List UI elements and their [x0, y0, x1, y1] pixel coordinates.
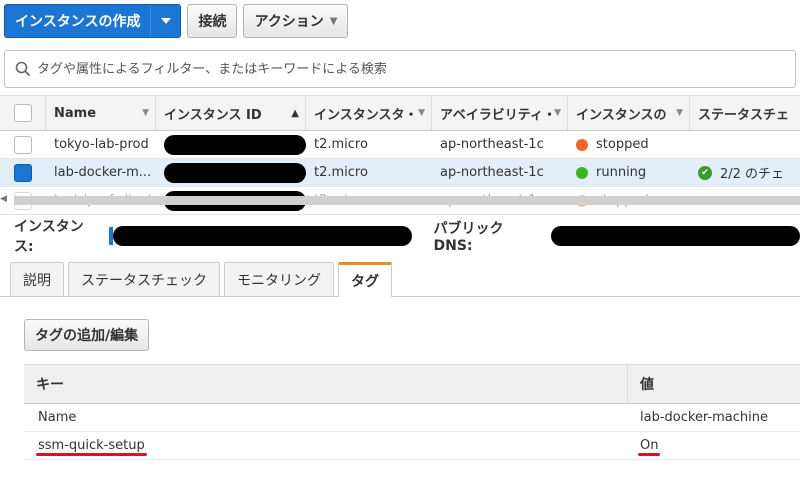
search-icon	[15, 61, 31, 77]
tab-status-checks[interactable]: ステータスチェック	[68, 262, 220, 296]
sort-ascending-icon: ▲	[291, 107, 299, 119]
connect-label: 接続	[198, 14, 227, 30]
header-name-label: Name	[54, 105, 97, 121]
row-checkbox[interactable]	[14, 163, 32, 182]
status-check: ✔ 2/2 のチェ	[690, 159, 800, 186]
redaction-bar	[164, 162, 306, 183]
tab-tags[interactable]: タグ	[338, 262, 392, 297]
launch-dropdown-caret[interactable]	[150, 5, 180, 37]
horizontal-scrollbar[interactable]: ◀	[0, 193, 800, 207]
header-status-check[interactable]: ステータスチェ	[690, 96, 800, 130]
check-circle-icon: ✔	[698, 165, 712, 180]
tab-monitoring[interactable]: モニタリング	[224, 262, 334, 296]
public-dns-label: パブリック DNS:	[433, 221, 504, 254]
actions-label: アクション	[254, 14, 324, 30]
header-instance-state[interactable]: インスタンスの ▼	[568, 96, 690, 130]
status-check	[690, 131, 800, 158]
caret-down-icon	[160, 18, 171, 24]
instance-state: running	[568, 159, 690, 186]
status-check-label: 2/2 のチェ	[720, 167, 785, 182]
instance-label: インスタンス:	[14, 219, 84, 255]
toolbar: インスタンスの作成 接続 アクション ▼	[4, 4, 349, 38]
header-instance-id[interactable]: インスタンス ID ▲	[156, 96, 306, 130]
launch-instance-label: インスタンスの作成	[15, 14, 141, 30]
state-label: running	[596, 165, 647, 180]
scroll-left-icon[interactable]: ◀	[0, 194, 7, 204]
search-input[interactable]	[37, 61, 757, 77]
detail-tabs: 説明 ステータスチェック モニタリング タグ	[10, 262, 392, 297]
instance-name: tokyo-lab-prod	[54, 137, 149, 152]
launch-instance-button[interactable]: インスタンスの作成	[4, 4, 182, 38]
filter-search-bar	[4, 50, 796, 88]
header-status-label: ステータスチェ	[698, 107, 790, 123]
tag-row: ssm-quick-setup On	[24, 432, 800, 460]
sort-icon: ▼	[676, 108, 683, 118]
select-all-checkbox[interactable]	[14, 104, 32, 122]
add-edit-tags-button[interactable]: タグの追加/編集	[24, 319, 150, 351]
header-state-label: インスタンスの	[576, 107, 667, 123]
tags-table-header: キー 値	[24, 364, 800, 404]
tag-value: On	[637, 438, 662, 456]
table-header: Name ▼ インスタンス ID ▲ インスタンスタ・ ▼ アベイラビリティ・ …	[0, 95, 800, 131]
row-select-cell	[0, 159, 46, 186]
table-row[interactable]: lab-docker-m... t2.micro ap-northeast-1c…	[0, 159, 800, 187]
sort-icon: ▼	[554, 108, 561, 118]
tags-table: キー 値 Name lab-docker-machine ssm-quick-s…	[24, 364, 800, 460]
tag-row: Name lab-docker-machine	[24, 404, 800, 432]
instance-id-redacted	[156, 159, 306, 186]
actions-button[interactable]: アクション ▼	[243, 4, 349, 38]
sort-icon: ▼	[418, 108, 425, 118]
header-instance-type-label: インスタンスタ・	[314, 107, 418, 123]
tag-key-cell: ssm-quick-setup	[24, 432, 628, 459]
instance-state: stopped	[568, 131, 690, 158]
tabs-divider	[0, 296, 800, 297]
tag-key: ssm-quick-setup	[36, 438, 147, 456]
tag-key: Name	[38, 410, 77, 425]
row-select-cell	[0, 131, 46, 158]
scrollbar-thumb[interactable]	[14, 196, 800, 205]
availability-zone: ap-northeast-1c	[440, 165, 544, 180]
connect-button[interactable]: 接続	[187, 4, 238, 38]
row-checkbox[interactable]	[14, 135, 32, 154]
header-value: 値	[640, 377, 654, 393]
instance-type: t2.micro	[314, 137, 368, 152]
state-label: stopped	[596, 137, 649, 152]
instance-id-redaction	[112, 226, 412, 246]
add-edit-tags-label: タグの追加/編集	[35, 328, 139, 344]
instance-id-redacted	[156, 131, 306, 158]
running-status-icon	[576, 166, 588, 179]
tag-value-cell: On	[628, 432, 800, 459]
stopped-status-icon	[576, 138, 588, 151]
availability-zone: ap-northeast-1c	[440, 137, 544, 152]
instance-name: lab-docker-m...	[54, 165, 152, 180]
header-key: キー	[24, 365, 628, 403]
header-az-label: アベイラビリティ・	[440, 107, 556, 123]
header-name[interactable]: Name ▼	[46, 96, 156, 130]
tag-value: lab-docker-machine	[640, 410, 769, 425]
tab-description[interactable]: 説明	[10, 262, 64, 296]
instance-detail-bar: インスタンス: パブリック DNS:	[14, 219, 800, 255]
instance-type: t2.micro	[314, 165, 368, 180]
redaction-bar	[164, 134, 306, 155]
public-dns-redaction	[550, 226, 800, 246]
header-instance-id-label: インスタンス ID	[164, 107, 262, 123]
select-all-cell	[0, 96, 46, 130]
chevron-down-icon: ▼	[329, 15, 338, 27]
sort-icon: ▼	[142, 108, 149, 118]
table-row[interactable]: tokyo-lab-prod t2.micro ap-northeast-1c …	[0, 131, 800, 159]
header-availability-zone[interactable]: アベイラビリティ・ ▼	[432, 96, 568, 130]
header-instance-type[interactable]: インスタンスタ・ ▼	[306, 96, 432, 130]
